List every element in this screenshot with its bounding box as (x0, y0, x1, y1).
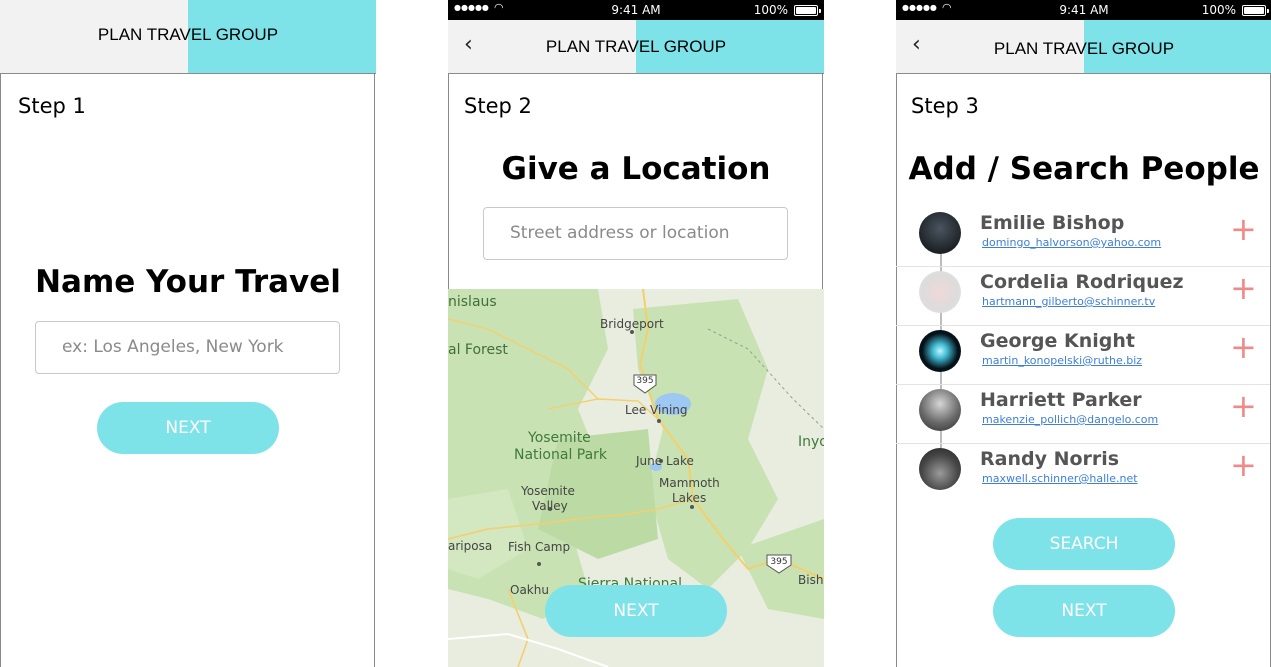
app-title: PLAN TRAVEL GROUP (545, 37, 727, 56)
app-header: ‹ PLAN TRAVEL GROUP (896, 20, 1271, 73)
person-email[interactable]: domingo_halvorson@yahoo.com (982, 236, 1161, 249)
battery-icon (794, 5, 821, 16)
travel-name-input[interactable]: ex: Los Angeles, New York (35, 321, 340, 374)
page-title: Add / Search People (908, 151, 1260, 187)
map-label: Fish Camp (508, 540, 571, 554)
divider (896, 73, 1271, 74)
person-email[interactable]: makenzie_pollich@dangelo.com (982, 413, 1158, 426)
step-label: Step 2 (464, 94, 532, 118)
app-title: PLAN TRAVEL GROUP (97, 25, 279, 44)
map-label: Lakes (672, 491, 707, 505)
plus-icon[interactable]: + (1230, 390, 1257, 422)
map-label: nislaus (448, 294, 497, 310)
avatar (919, 271, 961, 313)
app-header: ‹ PLAN TRAVEL GROUP (448, 20, 824, 73)
plus-icon[interactable]: + (1230, 331, 1257, 363)
person-email[interactable]: hartmann_gilberto@schinner.tv (982, 295, 1155, 308)
battery-icon (1242, 5, 1269, 16)
status-bar: ●●●●● ◠ 9:41 AM 100% (896, 0, 1271, 20)
map-label: Bish (798, 573, 824, 587)
app-title: PLAN TRAVEL GROUP (993, 39, 1175, 58)
person-name: Harriett Parker (980, 389, 1142, 411)
divider (0, 73, 376, 74)
plus-icon[interactable]: + (1230, 213, 1257, 245)
frame-border-right (374, 73, 375, 667)
plus-icon[interactable]: + (1230, 449, 1257, 481)
avatar (919, 389, 961, 431)
plus-icon[interactable]: + (1230, 272, 1257, 304)
person-name: Cordelia Rodriquez (980, 271, 1184, 293)
person-email[interactable]: martin_konopelski@ruthe.biz (982, 354, 1142, 367)
map-label: Valley (532, 499, 568, 513)
screen-step-3: ●●●●● ◠ 9:41 AM 100% ‹ PLAN TRAVEL GROUP… (896, 0, 1271, 667)
list-item: Harriett Parker makenzie_pollich@dangelo… (896, 385, 1270, 444)
step-label: Step 1 (18, 94, 86, 118)
page-title: Give a Location (501, 151, 771, 187)
list-item: Cordelia Rodriquez hartmann_gilberto@sch… (896, 267, 1270, 326)
map-label: 395 (770, 557, 788, 567)
person-email[interactable]: maxwell.schinner@halle.net (982, 472, 1138, 485)
map-label: June Lake (636, 454, 694, 468)
map-label: Bridgeport (600, 317, 664, 331)
avatar (919, 330, 961, 372)
map-label: Yosemite (521, 484, 575, 498)
map-label: Oakhu (510, 583, 549, 597)
battery-percent: 100% (753, 3, 788, 17)
divider (448, 73, 824, 74)
avatar (919, 448, 961, 490)
list-item: George Knight martin_konopelski@ruthe.bi… (896, 326, 1270, 385)
next-button[interactable]: NEXT (545, 585, 727, 637)
map-label: Lee Vining (625, 403, 688, 417)
map-label: Mammoth (659, 476, 720, 490)
map-label: National Park (514, 447, 608, 463)
step-label: Step 3 (911, 94, 979, 118)
search-button[interactable]: SEARCH (993, 518, 1175, 570)
map-label: 395 (636, 376, 654, 386)
status-bar: ●●●●● ◠ 9:41 AM 100% (448, 0, 824, 20)
battery-percent: 100% (1201, 3, 1236, 17)
list-item: Randy Norris maxwell.schinner@halle.net … (896, 444, 1270, 503)
map-label: al Forest (448, 342, 508, 358)
person-name: George Knight (980, 330, 1135, 352)
avatar (919, 212, 961, 254)
next-button[interactable]: NEXT (993, 585, 1175, 637)
location-input[interactable]: Street address or location (483, 207, 788, 260)
list-item: Emilie Bishop domingo_halvorson@yahoo.co… (896, 208, 1270, 267)
screen-step-1: PLAN TRAVEL GROUP Step 1 Name Your Trave… (0, 0, 376, 667)
page-title: Name Your Travel (35, 264, 341, 300)
person-name: Emilie Bishop (980, 212, 1125, 234)
map-label: Yosemite (528, 430, 591, 446)
map-label: ariposa (448, 539, 493, 553)
frame-border-left (0, 73, 1, 667)
map-label: Inyo (798, 434, 824, 450)
person-name: Randy Norris (980, 448, 1120, 470)
screen-step-2: ●●●●● ◠ 9:41 AM 100% ‹ PLAN TRAVEL GROUP… (448, 0, 824, 667)
app-header: PLAN TRAVEL GROUP (0, 0, 376, 73)
next-button[interactable]: NEXT (97, 402, 279, 454)
